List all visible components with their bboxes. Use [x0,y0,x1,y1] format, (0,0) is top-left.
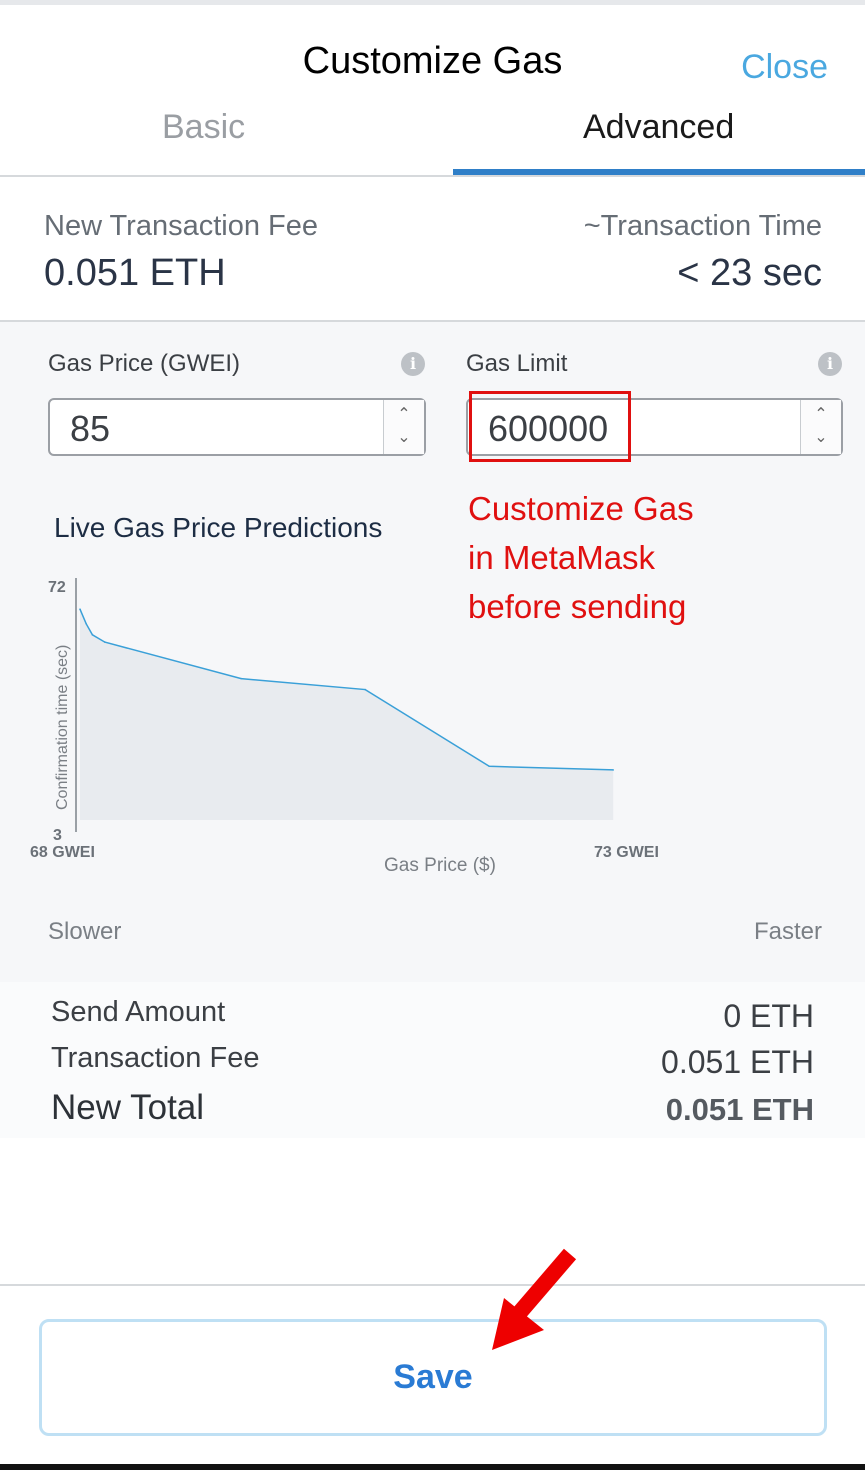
data-point [364,688,367,691]
gas-price-label: Gas Price (GWEI) [48,350,241,377]
new-transaction-fee-label: New Transaction Fee [44,210,319,242]
page-title: Customize Gas [302,40,563,82]
transaction-fee-value: 0.051 ETH [661,1044,814,1080]
transaction-time-value: < 23 sec [677,252,822,294]
send-amount-label: Send Amount [51,996,226,1028]
data-point [79,608,81,611]
gas-price-chart: 72 3 68 GWEI 73 GWEI Confirmation time (… [30,578,659,860]
footer-divider [0,1284,865,1286]
data-point [85,623,87,625]
gas-price-stepper[interactable]: ⌃ ⌄ [383,400,424,454]
gas-price-info-icon[interactable]: i [401,352,425,376]
gas-limit-info-icon[interactable]: i [818,352,842,376]
totals-summary: Send Amount 0 ETH Transaction Fee 0.051 … [0,982,865,1138]
red-arrow-annotation [492,1248,577,1350]
new-total-label: New Total [51,1088,205,1127]
bottom-border [0,1464,865,1470]
chevron-down-icon[interactable]: ⌄ [801,428,841,448]
gas-limit-stepper[interactable]: ⌃ ⌄ [800,400,841,454]
save-button[interactable]: Save [39,1319,827,1436]
tab-advanced[interactable]: Advanced [583,108,734,147]
y-axis-title: Confirmation time (sec) [54,645,71,810]
chevron-up-icon[interactable]: ⌃ [384,405,424,425]
data-point [488,765,491,768]
data-point [240,677,242,680]
data-point [612,769,614,771]
tab-basic[interactable]: Basic [162,108,245,147]
plot-area [79,608,614,820]
data-point [91,633,94,636]
slower-label: Slower [48,918,122,945]
header-divider [0,175,865,177]
transaction-fee-label: Transaction Fee [51,1042,260,1074]
series-area [80,609,614,820]
top-border [0,0,865,5]
data-point [104,641,106,643]
transaction-time-label: ~Transaction Time [583,210,822,242]
new-total-value: 0.051 ETH [665,1092,814,1127]
y-tick-label: 72 [48,579,66,596]
chevron-up-icon[interactable]: ⌃ [801,405,841,425]
gas-limit-label: Gas Limit [466,350,568,377]
send-amount-value: 0 ETH [723,998,814,1034]
new-transaction-fee-value: 0.051 ETH [44,252,226,294]
gas-price-value[interactable]: 85 [70,408,110,450]
y-tick-label: 3 [53,827,62,844]
faster-label: Faster [753,918,822,945]
close-button[interactable]: Close [741,48,828,87]
live-gas-predictions-title: Live Gas Price Predictions [54,512,383,543]
annotation-highlight-box [469,391,631,462]
x-axis-title: Gas Price ($) [384,855,496,876]
chevron-down-icon[interactable]: ⌄ [384,428,424,448]
annotation-line: Customize Gas [468,490,694,527]
gas-price-input[interactable]: 85 ⌃ ⌄ [48,398,426,456]
